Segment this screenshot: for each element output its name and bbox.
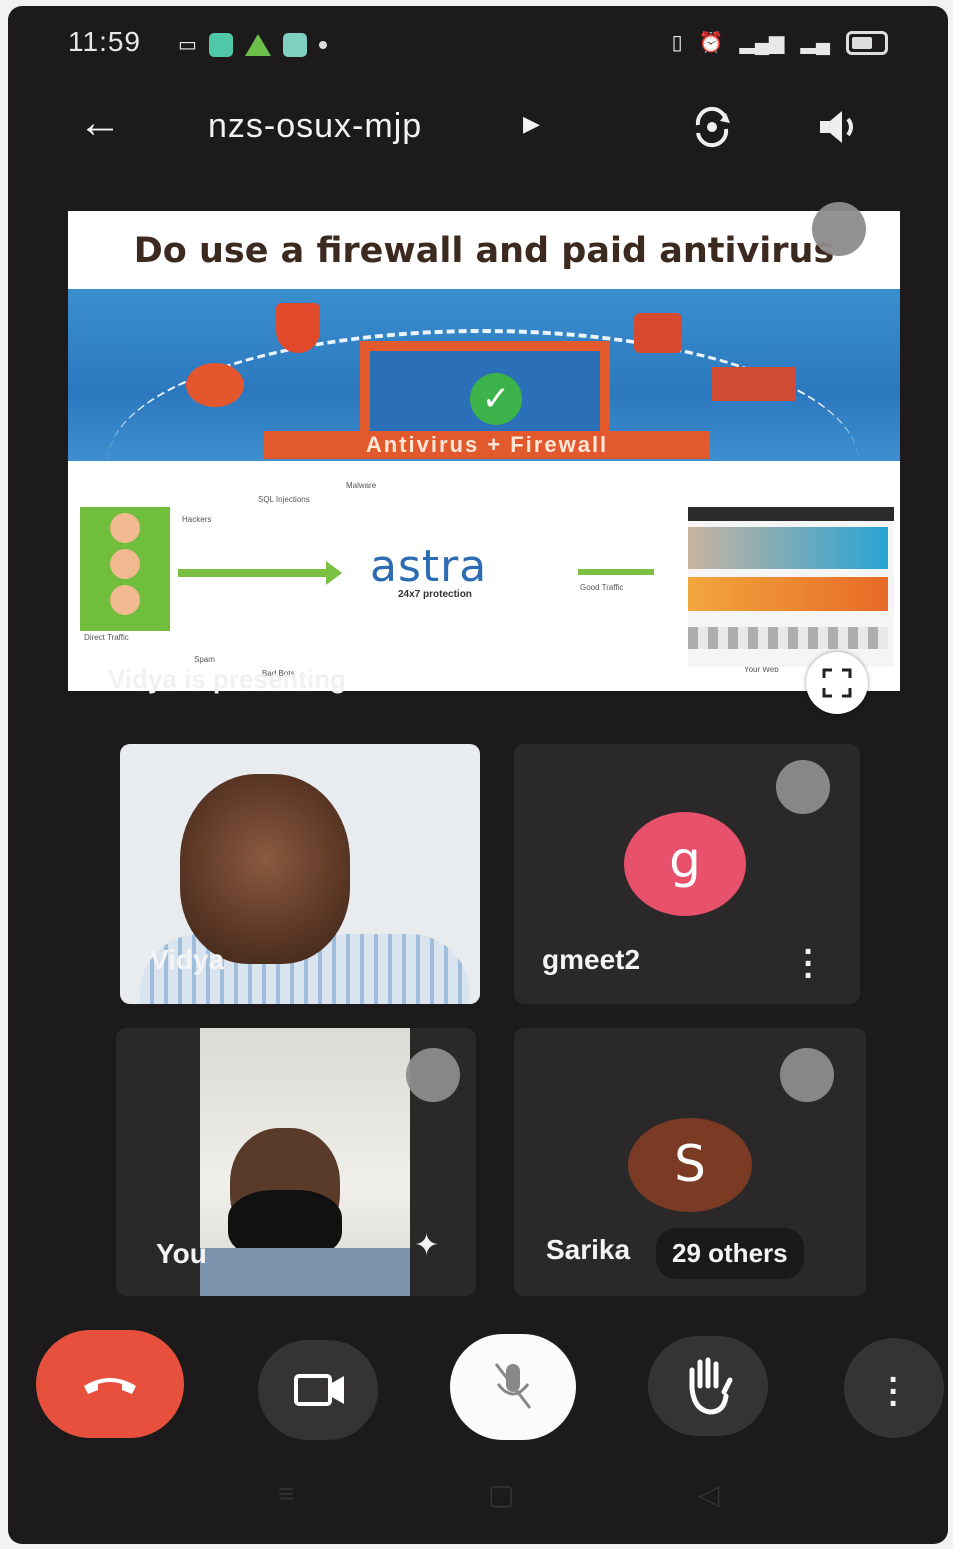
- firewall-icon: [712, 367, 796, 401]
- traffic-arrow: [178, 561, 342, 585]
- more-options-icon: · · ·: [888, 1361, 900, 1423]
- back-nav-icon[interactable]: ◁: [698, 1478, 720, 1511]
- shield-icon: [276, 303, 320, 353]
- end-call-button[interactable]: [36, 1330, 184, 1438]
- caret-right-icon[interactable]: ▶: [523, 111, 540, 137]
- video-camera-icon: [294, 1374, 344, 1406]
- slide-diagram: Hackers SQL Injections Malware Spam Bad …: [68, 461, 900, 691]
- mic-off-icon: [406, 1048, 460, 1102]
- good-traffic-arrow: [578, 569, 654, 575]
- signal-icon: ▂▄▆: [739, 32, 785, 54]
- fullscreen-icon: [822, 668, 852, 698]
- diagram-label: Good Traffic: [580, 583, 624, 592]
- website-thumbnail: [688, 507, 894, 667]
- participant-name: Sarika: [546, 1234, 631, 1265]
- menu-nav-icon[interactable]: ≡: [278, 1478, 294, 1510]
- slide-title: Do use a firewall and paid antivirus: [133, 231, 835, 271]
- slide-banner: ✓ Antivirus + Firewall: [68, 289, 900, 461]
- more-options-button[interactable]: · · ·: [844, 1338, 944, 1438]
- diagram-label: Hackers: [182, 515, 212, 524]
- fire-icon: [186, 363, 244, 407]
- battery-icon: [846, 30, 888, 55]
- presenting-label: Vidya is presenting: [108, 664, 346, 694]
- diagram-label: Malware: [346, 481, 377, 490]
- diagram-label: Direct Traffic: [84, 633, 129, 642]
- system-icons: ▯ ⏰ ▂▄▆ ▂▄: [672, 30, 888, 55]
- camera-toggle-button[interactable]: [258, 1340, 378, 1440]
- mic-off-icon: [494, 1363, 532, 1409]
- switch-camera-icon[interactable]: [690, 105, 734, 149]
- drive-icon: [244, 33, 271, 56]
- participant-name: gmeet2: [542, 944, 641, 975]
- others-count[interactable]: 29 others: [656, 1228, 804, 1279]
- system-nav-bar: ≡ ▢ ◁: [8, 1458, 948, 1538]
- astra-tagline: 24x7 protection: [398, 589, 472, 600]
- participant-tile-gmeet2[interactable]: g gmeet2 · · ·: [514, 744, 860, 1004]
- participant-name: Vidya: [150, 944, 225, 975]
- person-icon: [110, 549, 140, 579]
- back-arrow-icon[interactable]: ←: [78, 101, 122, 145]
- participant-tile-sarika[interactable]: S Sarika 29 others: [514, 1028, 866, 1296]
- video-feed: [180, 774, 350, 964]
- lock-icon: [634, 313, 682, 353]
- person-icon: [110, 585, 140, 615]
- app-bar: ← nzs-osux-mjp ▶: [8, 91, 948, 161]
- signal-icon: ▂▄: [800, 32, 830, 54]
- alarm-icon: ⏰: [698, 32, 724, 54]
- status-bar: 11:59 ▭ ▯ ⏰ ▂▄▆ ▂▄: [8, 6, 948, 86]
- avatar: g: [624, 812, 746, 916]
- meeting-code[interactable]: nzs-osux-mjp: [208, 107, 422, 146]
- cast-icon: ▭: [178, 34, 197, 56]
- banner-label: Antivirus + Firewall: [264, 431, 710, 459]
- mic-off-icon: [776, 760, 830, 814]
- call-controls: · · ·: [8, 1326, 948, 1440]
- speaker-icon[interactable]: [816, 107, 862, 147]
- phone-hangup-icon: [84, 1378, 136, 1394]
- more-notifications-icon: [318, 40, 327, 49]
- home-nav-icon[interactable]: ▢: [488, 1478, 514, 1511]
- status-time: 11:59: [68, 26, 141, 57]
- notification-icons: ▭: [178, 32, 327, 57]
- astra-logo: astra: [370, 541, 488, 592]
- participant-tile-you[interactable]: You ✦: [116, 1028, 476, 1296]
- more-options-icon[interactable]: · · ·: [802, 935, 816, 993]
- person-icon: [110, 513, 140, 543]
- app-icon: [208, 32, 233, 57]
- mic-off-icon: [780, 1048, 834, 1102]
- diagram-label: Spam: [194, 655, 215, 664]
- mic-toggle-button[interactable]: [450, 1334, 576, 1440]
- self-video-feed: [200, 1028, 410, 1296]
- raise-hand-button[interactable]: [648, 1336, 768, 1436]
- app-icon: [282, 32, 307, 57]
- mic-off-icon: [812, 202, 866, 256]
- vibrate-icon: ▯: [671, 32, 683, 54]
- fullscreen-button[interactable]: [806, 652, 868, 714]
- meet-screen: 11:59 ▭ ▯ ⏰ ▂▄▆ ▂▄ ← nzs-osux-mjp ▶ Do u…: [8, 6, 948, 1544]
- participant-tile-vidya[interactable]: Vidya: [120, 744, 480, 1004]
- check-icon: ✓: [470, 373, 522, 425]
- avatar: S: [628, 1118, 752, 1212]
- participant-name: You: [156, 1238, 207, 1269]
- video-feed: [200, 1248, 410, 1296]
- direct-traffic-box: [80, 507, 170, 631]
- effects-icon[interactable]: ✦: [414, 1228, 439, 1263]
- diagram-label: SQL Injections: [258, 495, 310, 504]
- presentation-screen[interactable]: Do use a firewall and paid antivirus ✓ A…: [68, 211, 900, 691]
- raise-hand-icon: [689, 1357, 733, 1415]
